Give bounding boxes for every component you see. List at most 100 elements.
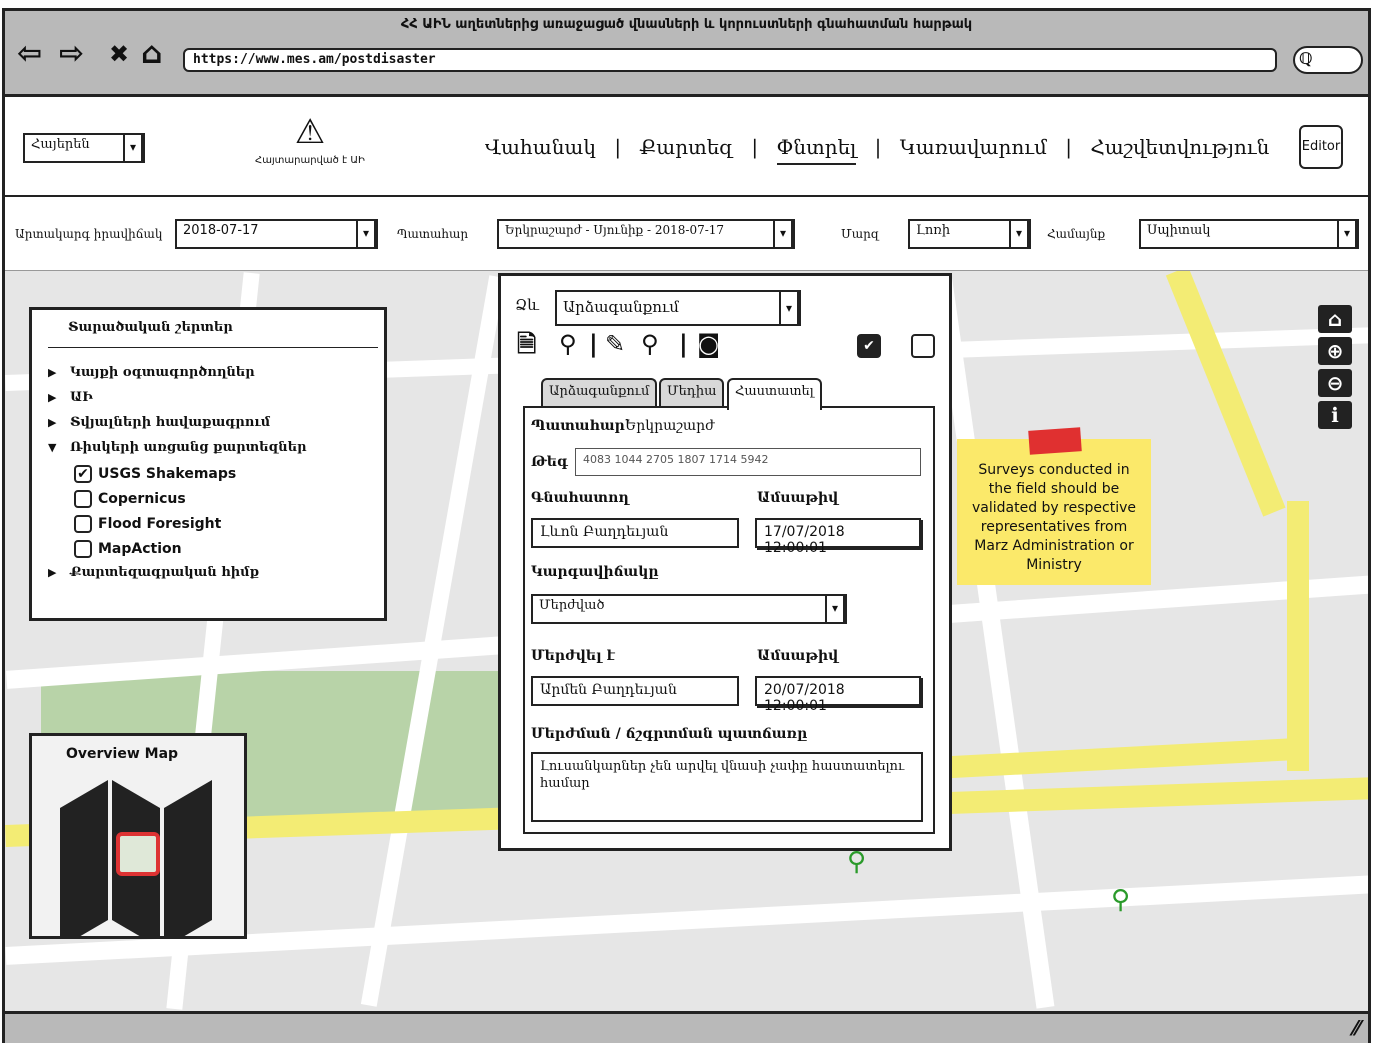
overview-map[interactable]: Overview Map xyxy=(29,733,247,939)
tab-approve[interactable]: Հաստատել xyxy=(727,378,822,410)
event-label: Պատահար xyxy=(397,227,469,241)
status-value: Մերժված xyxy=(539,598,605,613)
layer-label: Flood Foresight xyxy=(98,516,222,532)
app-header: Հայերեն ▾ ⚠ Հայտարարված է ԱԻ Վահանակ | Ք… xyxy=(5,97,1368,197)
caret-right-icon: ▶ xyxy=(48,416,57,429)
checkbox-checked[interactable]: ✔ xyxy=(857,334,881,358)
checkbox[interactable] xyxy=(74,540,92,558)
status-select[interactable]: Մերժված ▾ xyxy=(531,594,847,624)
layer-label: MapAction xyxy=(98,541,182,557)
layer-label: Քարտեզագրական հիմք xyxy=(70,565,260,580)
tag-field[interactable]: 4083 1044 2705 1807 1714 5942 xyxy=(575,448,921,476)
back-icon[interactable]: ⇦ xyxy=(17,39,42,69)
map-marker-icon[interactable]: ⚲ xyxy=(847,847,866,877)
filter-bar: Արտակարգ իրավիճակ 2018-07-17 ▾ Պատահար Ե… xyxy=(5,199,1368,271)
folded-map-icon xyxy=(60,780,212,938)
chevron-down-icon: ▾ xyxy=(1009,219,1029,249)
nav-map[interactable]: Քարտեզ xyxy=(639,135,733,159)
chevron-down-icon: ▾ xyxy=(356,219,376,249)
checkbox-checked[interactable]: ✔ xyxy=(74,465,92,483)
event-value: Երկրաշարժ xyxy=(625,418,715,434)
layer-usgs-shakemaps[interactable]: ✔ USGS Shakemaps xyxy=(48,462,384,487)
forward-icon[interactable]: ⇨ xyxy=(59,39,84,69)
camera-icon[interactable]: ◙ xyxy=(697,330,720,358)
emergency-select[interactable]: 2018-07-17 ▾ xyxy=(175,219,378,249)
rejected-by-field[interactable]: Արմեն Բաղդեւյան xyxy=(531,676,739,706)
layer-flood-foresight[interactable]: Flood Foresight xyxy=(48,512,384,537)
emergency-value: 2018-07-17 xyxy=(183,223,259,238)
location-icon[interactable]: ⚲ xyxy=(641,330,659,358)
layer-group-risk-maps[interactable]: ▼ Ռիսկերի առցանց քարտեզներ xyxy=(48,437,384,462)
sticky-note-text: Surveys conducted in the field should be… xyxy=(971,462,1136,573)
location-icon[interactable]: ⚲ xyxy=(559,330,577,358)
reason-textarea[interactable]: Լուսանկարներ չեն արվել վնասի չափը հաստատ… xyxy=(531,752,923,822)
warning-text: Հայտարարված է ԱԻ xyxy=(255,155,365,166)
layer-group-data-collection[interactable]: ▶ Տվյալների հավաքագրում xyxy=(48,412,384,437)
evaluator-field[interactable]: Լևոն Բաղդեւյան xyxy=(531,518,739,548)
divider: | xyxy=(679,330,688,358)
browser-search-input[interactable]: ℚ xyxy=(1293,46,1363,74)
nav-dashboard[interactable]: Վահանակ xyxy=(485,135,596,159)
main-nav: Վահանակ | Քարտեզ | Փնտրել | Կառավարում |… xyxy=(485,135,1269,165)
checkbox[interactable] xyxy=(911,334,935,358)
browser-chrome: ՀՀ ԱԻՆ աղետներից առաջացած վնասների և կոր… xyxy=(5,11,1368,97)
status-bar: ⁄⁄ xyxy=(5,1011,1368,1043)
document-icon[interactable]: 🗎 xyxy=(517,330,536,358)
declared-emergency-indicator: ⚠ Հայտարարված է ԱԻ xyxy=(245,115,375,166)
warning-icon: ⚠ xyxy=(294,112,326,152)
emergency-label: Արտակարգ իրավիճակ xyxy=(15,227,163,241)
layers-title: Տարածական շերտեր xyxy=(48,320,378,348)
layer-label: USGS Shakemaps xyxy=(98,466,237,482)
region-select[interactable]: Լոռի ▾ xyxy=(908,219,1031,249)
caret-down-icon: ▼ xyxy=(48,441,57,454)
pencil-icon[interactable]: ✎ xyxy=(605,330,625,358)
date-label: Ամսաթիվ xyxy=(757,648,839,664)
home-icon[interactable]: ⌂ xyxy=(141,39,162,69)
search-icon: ℚ xyxy=(1299,49,1313,68)
form-select[interactable]: Արձագանքում ▾ xyxy=(555,290,801,326)
tab-media[interactable]: Մեդիա xyxy=(659,378,725,408)
layer-group-users[interactable]: ▶ Կայքի օգտագործողներ xyxy=(48,362,384,387)
date-label: Ամսաթիվ xyxy=(757,490,839,506)
layer-group-basemap[interactable]: ▶ Քարտեզագրական հիմք xyxy=(48,562,384,587)
community-label: Համայնք xyxy=(1047,227,1106,241)
url-input[interactable]: https://www.mes.am/postdisaster xyxy=(183,48,1277,72)
nav-search[interactable]: Փնտրել xyxy=(776,135,857,165)
window-title: ՀՀ ԱԻՆ աղետներից առաջացած վնասների և կոր… xyxy=(400,17,973,32)
stop-icon[interactable]: ✖ xyxy=(109,39,129,69)
event-select[interactable]: Երկրաշարժ - Սյունիք - 2018-07-17 ▾ xyxy=(497,219,795,249)
chevron-down-icon: ▾ xyxy=(825,594,845,624)
layer-label: Ռիսկերի առցանց քարտեզներ xyxy=(70,440,307,455)
evaluator-label: Գնահատող xyxy=(531,490,629,506)
checkbox[interactable] xyxy=(74,515,92,533)
rejection-date-field[interactable]: 20/07/2018 12:00:01 xyxy=(755,676,921,714)
overview-title: Overview Map xyxy=(66,746,179,762)
editor-button[interactable]: Editor xyxy=(1299,125,1343,169)
layer-mapaction[interactable]: MapAction xyxy=(48,537,384,562)
layer-group-emergency[interactable]: ▶ ԱԻ xyxy=(48,387,384,412)
caret-right-icon: ▶ xyxy=(48,366,57,379)
checkbox[interactable] xyxy=(74,490,92,508)
home-icon[interactable]: ⌂ xyxy=(1318,305,1352,333)
tab-response[interactable]: Արձագանքում xyxy=(541,378,658,408)
region-label: Մարզ xyxy=(841,227,880,241)
community-value: Սպիտակ xyxy=(1147,223,1211,238)
nav-reports[interactable]: Հաշվետվություն xyxy=(1090,135,1269,159)
info-icon[interactable]: ℹ xyxy=(1318,401,1352,429)
community-select[interactable]: Սպիտակ ▾ xyxy=(1139,219,1359,249)
form-value: Արձագանքում xyxy=(563,298,679,316)
map-marker-icon[interactable]: ⚲ xyxy=(1111,885,1130,915)
resize-grip-icon[interactable]: ⁄⁄ xyxy=(1353,1016,1360,1040)
zoom-in-icon[interactable]: ⊕ xyxy=(1318,337,1352,365)
tape-decoration xyxy=(1028,427,1082,455)
nav-separator: | xyxy=(874,135,882,159)
nav-management[interactable]: Կառավարում xyxy=(900,135,1047,159)
rejected-by-label: Մերժվել է xyxy=(531,648,615,664)
layer-copernicus[interactable]: Copernicus xyxy=(48,487,384,512)
approve-panel: Պատահար` Երկրաշարժ Թեգ 4083 1044 2705 18… xyxy=(523,406,935,834)
evaluation-date-field[interactable]: 17/07/2018 12:00:01 xyxy=(755,518,921,556)
zoom-out-icon[interactable]: ⊖ xyxy=(1318,369,1352,397)
chevron-down-icon: ▾ xyxy=(779,290,799,326)
language-select[interactable]: Հայերեն ▾ xyxy=(23,133,145,163)
browser-window: ՀՀ ԱԻՆ աղետներից առաջացած վնասների և կոր… xyxy=(2,8,1371,1043)
